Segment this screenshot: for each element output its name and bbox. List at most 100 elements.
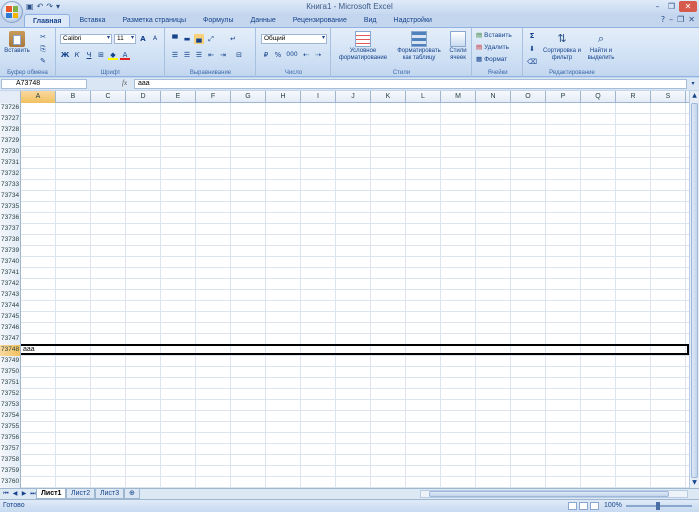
row-header[interactable]: 73733 bbox=[0, 180, 21, 191]
row-header[interactable]: 73752 bbox=[0, 389, 21, 400]
copy-icon[interactable]: ⎘ bbox=[38, 44, 48, 54]
row-header[interactable]: 73755 bbox=[0, 422, 21, 433]
column-header-k[interactable]: K bbox=[371, 91, 406, 103]
row-header[interactable]: 73729 bbox=[0, 136, 21, 147]
prev-sheet-icon[interactable]: ◀ bbox=[11, 490, 19, 498]
page-break-view-icon[interactable] bbox=[590, 502, 599, 510]
column-header-d[interactable]: D bbox=[126, 91, 161, 103]
row-header[interactable]: 73737 bbox=[0, 224, 21, 235]
vertical-scroll-thumb[interactable] bbox=[691, 103, 698, 478]
insert-function-icon[interactable]: fx bbox=[122, 79, 127, 87]
conditional-format-button[interactable]: Условное форматирование bbox=[336, 31, 390, 62]
doc-close-icon[interactable]: ✕ bbox=[688, 15, 695, 24]
vertical-scrollbar[interactable]: ▲ ▼ bbox=[689, 91, 699, 488]
currency-icon[interactable]: ₽ bbox=[261, 50, 271, 60]
minimize-icon[interactable]: – bbox=[651, 1, 664, 12]
column-header-c[interactable]: C bbox=[91, 91, 126, 103]
row-header[interactable]: 73740 bbox=[0, 257, 21, 268]
font-size-select[interactable]: 11 bbox=[114, 34, 136, 44]
row-header[interactable]: 73744 bbox=[0, 301, 21, 312]
row-header[interactable]: 73734 bbox=[0, 191, 21, 202]
sheet-tab-1[interactable]: Лист1 bbox=[36, 489, 67, 499]
save-icon[interactable]: ▣ bbox=[26, 2, 34, 11]
column-header-a[interactable]: A bbox=[21, 91, 56, 103]
align-middle-icon[interactable]: ▬ bbox=[182, 34, 192, 44]
tab-4[interactable]: Формулы bbox=[195, 14, 241, 27]
column-header-i[interactable]: I bbox=[301, 91, 336, 103]
bold-button[interactable]: Ж bbox=[60, 50, 70, 60]
row-header[interactable]: 73743 bbox=[0, 290, 21, 301]
italic-button[interactable]: К bbox=[72, 50, 82, 60]
fill-icon[interactable]: ⬇ bbox=[527, 44, 537, 54]
next-sheet-icon[interactable]: ▶ bbox=[20, 490, 28, 498]
column-header-j[interactable]: J bbox=[336, 91, 371, 103]
sheet-tab-3[interactable]: Лист3 bbox=[95, 489, 125, 499]
tab-1[interactable]: Главная bbox=[24, 14, 71, 27]
decrease-decimal-icon[interactable]: ⇢ bbox=[313, 50, 323, 60]
expand-formula-icon[interactable]: ▾ bbox=[688, 79, 698, 89]
doc-restore-icon[interactable]: ❐ bbox=[677, 15, 684, 24]
column-header-b[interactable]: B bbox=[56, 91, 91, 103]
column-header-g[interactable]: G bbox=[231, 91, 266, 103]
tab-7[interactable]: Вид bbox=[356, 14, 385, 27]
first-sheet-icon[interactable]: ⏮ bbox=[2, 490, 10, 498]
row-header[interactable]: 73730 bbox=[0, 147, 21, 158]
row-header[interactable]: 73726 bbox=[0, 103, 21, 114]
row-header[interactable]: 73727 bbox=[0, 114, 21, 125]
office-button[interactable] bbox=[1, 1, 23, 23]
align-bottom-icon[interactable]: ▄ bbox=[194, 34, 204, 44]
row-header[interactable]: 73747 bbox=[0, 334, 21, 345]
decrease-indent-icon[interactable]: ⇤ bbox=[206, 50, 216, 60]
row-header[interactable]: 73750 bbox=[0, 367, 21, 378]
close-icon[interactable]: ✕ bbox=[679, 1, 697, 12]
row-header[interactable]: 73759 bbox=[0, 466, 21, 477]
cut-icon[interactable]: ✂ bbox=[38, 32, 48, 42]
tab-3[interactable]: Разметка страницы bbox=[115, 14, 195, 27]
normal-view-icon[interactable] bbox=[568, 502, 577, 510]
column-header-h[interactable]: H bbox=[266, 91, 301, 103]
shrink-font-icon[interactable]: A bbox=[150, 34, 160, 44]
sheet-tab-2[interactable]: Лист2 bbox=[66, 489, 96, 499]
increase-decimal-icon[interactable]: ⇠ bbox=[301, 50, 311, 60]
grow-font-icon[interactable]: A bbox=[138, 34, 148, 44]
paste-button[interactable]: Вставить bbox=[2, 31, 32, 55]
row-header[interactable]: 73754 bbox=[0, 411, 21, 422]
row-header[interactable]: 73745 bbox=[0, 312, 21, 323]
number-format-select[interactable]: Общий bbox=[261, 34, 327, 44]
align-right-icon[interactable]: ☰ bbox=[194, 50, 204, 60]
insert-sheet-icon[interactable]: ⊕ bbox=[124, 489, 140, 499]
format-painter-icon[interactable]: ✎ bbox=[38, 56, 48, 66]
row-header[interactable]: 73760 bbox=[0, 477, 21, 488]
scroll-up-icon[interactable]: ▲ bbox=[690, 91, 699, 101]
row-header[interactable]: 73746 bbox=[0, 323, 21, 334]
scroll-down-icon[interactable]: ▼ bbox=[690, 478, 699, 488]
doc-minimize-icon[interactable]: – bbox=[669, 15, 673, 24]
column-header-m[interactable]: M bbox=[441, 91, 476, 103]
tab-6[interactable]: Рецензирование bbox=[285, 14, 355, 27]
zoom-level[interactable]: 100% bbox=[604, 502, 622, 509]
formula-input[interactable]: aaa bbox=[134, 79, 687, 89]
column-header-n[interactable]: N bbox=[476, 91, 511, 103]
fill-color-icon[interactable]: ◆ bbox=[108, 50, 118, 60]
orientation-icon[interactable]: ⤢ bbox=[206, 34, 216, 44]
tab-5[interactable]: Данные bbox=[242, 14, 283, 27]
row-header[interactable]: 73758 bbox=[0, 455, 21, 466]
row-header[interactable]: 73739 bbox=[0, 246, 21, 257]
undo-icon[interactable]: ↶ bbox=[37, 2, 44, 11]
autosum-button[interactable]: Σ bbox=[527, 31, 537, 41]
increase-indent-icon[interactable]: ⇥ bbox=[218, 50, 228, 60]
row-header[interactable]: 73749 bbox=[0, 356, 21, 367]
row-header[interactable]: 73728 bbox=[0, 125, 21, 136]
redo-icon[interactable]: ↷ bbox=[46, 2, 53, 11]
row-header[interactable]: 73742 bbox=[0, 279, 21, 290]
merge-center-icon[interactable]: ⊟ bbox=[234, 50, 244, 60]
horizontal-scrollbar[interactable] bbox=[420, 490, 688, 498]
font-name-select[interactable]: Calibri bbox=[60, 34, 112, 44]
row-header[interactable]: 73732 bbox=[0, 169, 21, 180]
row-header[interactable]: 73735 bbox=[0, 202, 21, 213]
column-header-p[interactable]: P bbox=[546, 91, 581, 103]
tab-2[interactable]: Вставка bbox=[71, 14, 113, 27]
font-color-icon[interactable]: A bbox=[120, 50, 130, 60]
format-as-table-button[interactable]: Форматировать как таблицу bbox=[394, 31, 444, 62]
cell-styles-button[interactable]: Стили ячеек bbox=[446, 31, 470, 62]
